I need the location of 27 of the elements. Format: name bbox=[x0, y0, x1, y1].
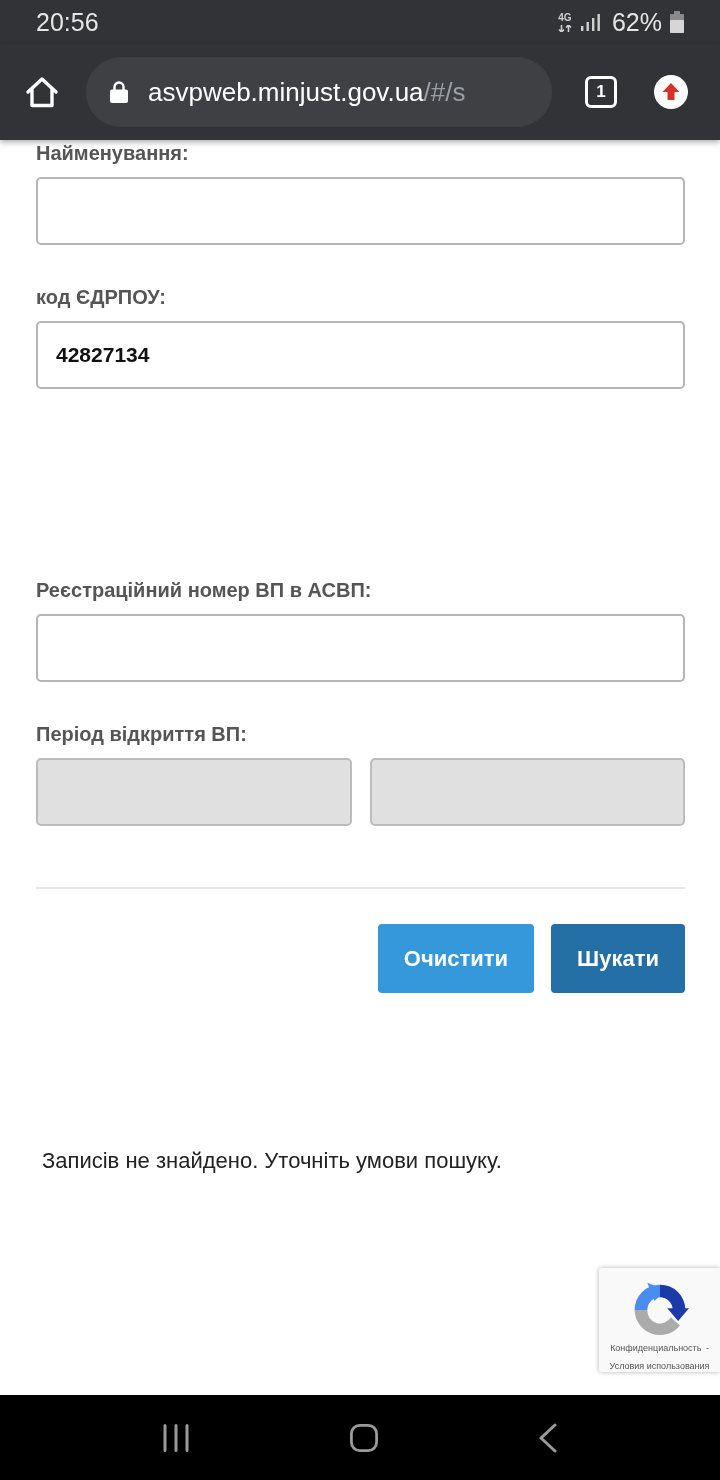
battery-icon bbox=[670, 11, 684, 33]
field-label: Період відкриття ВП: bbox=[36, 722, 247, 746]
privacy-link[interactable]: Конфиденциальность bbox=[610, 1343, 702, 1361]
field-label: код ЄДРПОУ: bbox=[36, 285, 166, 309]
home-icon[interactable] bbox=[25, 76, 59, 108]
status-time: 20:56 bbox=[36, 7, 99, 37]
input-field[interactable] bbox=[36, 614, 685, 682]
field-label: Найменування: bbox=[36, 141, 189, 165]
signal-icon bbox=[580, 13, 600, 31]
back-icon[interactable] bbox=[538, 1422, 558, 1453]
no-results-message: Записів не знайдено. Уточніть умови пошуку. bbox=[42, 1148, 502, 1174]
input-field[interactable] bbox=[36, 177, 685, 245]
link-separator: - bbox=[705, 1343, 709, 1355]
data-arrows-icon bbox=[557, 24, 572, 32]
lock-icon bbox=[110, 81, 128, 103]
arrow-up-icon[interactable] bbox=[654, 75, 688, 109]
field-label: Реєстраційний номер ВП в АСВП: bbox=[36, 578, 372, 602]
address-bar[interactable]: asvpweb.minjust.gov.ua/#/s bbox=[86, 57, 552, 127]
search-button[interactable]: Шукати bbox=[551, 924, 685, 993]
terms-link[interactable]: Условия использования bbox=[609, 1361, 710, 1372]
url-text: asvpweb.minjust.gov.ua/#/s bbox=[148, 76, 466, 108]
input-field[interactable]: 42827134 bbox=[36, 321, 685, 389]
home-button-icon[interactable] bbox=[350, 1423, 378, 1452]
tab-count-button[interactable]: 1 bbox=[585, 76, 617, 108]
network-type: 4G bbox=[558, 12, 572, 23]
battery-percent: 62% bbox=[611, 7, 662, 37]
recents-icon[interactable] bbox=[162, 1423, 190, 1452]
